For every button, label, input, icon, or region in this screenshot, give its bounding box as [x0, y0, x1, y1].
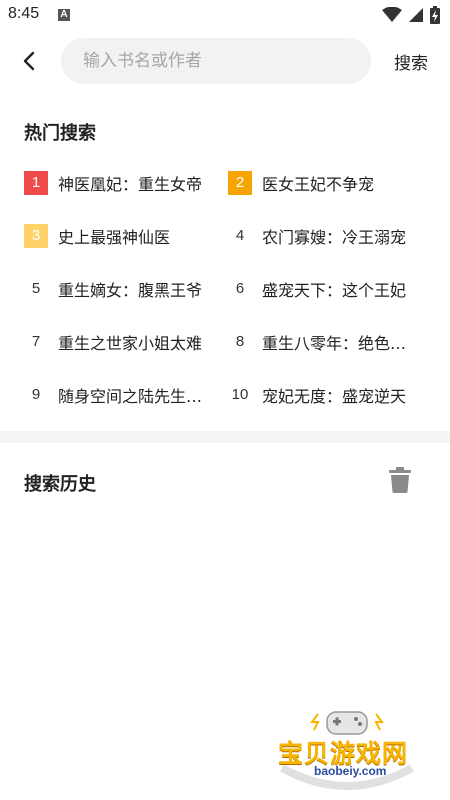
hot-search-label: 农门寡嫂：冷王溺宠 — [262, 228, 407, 247]
rank-number: 7 — [31, 333, 41, 350]
rank-badge: 3 — [24, 224, 48, 248]
rank-number: 4 — [235, 227, 245, 244]
rank-number: 5 — [31, 280, 41, 297]
hot-search-label: 盛宠天下：这个王妃 — [262, 281, 407, 300]
hot-search-label: 随身空间之陆先生宠妻 — [58, 387, 213, 406]
hot-search-title: 热门搜索 — [24, 123, 96, 144]
clear-history-button[interactable] — [388, 467, 412, 493]
status-bar: 8:45 A — [0, 0, 450, 30]
hot-search-item[interactable]: 4 农门寡嫂：冷王溺宠 — [228, 210, 428, 262]
rank-number: 6 — [235, 280, 245, 297]
hot-search-item[interactable]: 5 重生嫡女：腹黑王爷 — [24, 263, 224, 315]
hot-search-item[interactable]: 9 随身空间之陆先生宠妻 — [24, 369, 224, 421]
back-button[interactable] — [14, 46, 44, 76]
hot-search-label: 重生之世家小姐太难 — [58, 334, 203, 353]
hot-search-label: 重生嫡女：腹黑王爷 — [58, 281, 203, 300]
hot-search-label: 重生八零年：绝色娇妻 — [262, 334, 417, 353]
search-button[interactable]: 搜索 — [394, 49, 428, 74]
status-time: 8:45 — [8, 5, 40, 22]
wifi-icon — [382, 7, 402, 22]
notification-icon: A — [58, 9, 70, 21]
search-history-title: 搜索历史 — [24, 474, 96, 495]
section-divider — [0, 431, 450, 443]
hot-search-item[interactable]: 2 医女王妃不争宠 — [228, 157, 428, 209]
rank-number: 9 — [31, 386, 41, 403]
hot-search-item[interactable]: 6 盛宠天下：这个王妃 — [228, 263, 428, 315]
rank-badge: 1 — [24, 171, 48, 195]
watermark-url: baobeiy.com — [314, 764, 387, 778]
hot-search-label: 神医凰妃：重生女帝 — [58, 175, 203, 194]
hot-search-item[interactable]: 3 史上最强神仙医 — [24, 210, 224, 262]
hot-search-label: 宠妃无度：盛宠逆天 — [262, 387, 407, 406]
rank-number: 10 — [231, 386, 249, 403]
hot-search-label: 医女王妃不争宠 — [262, 175, 375, 194]
search-input[interactable] — [81, 50, 355, 72]
rank-badge: 2 — [228, 171, 252, 195]
chevron-left-icon — [23, 51, 35, 71]
status-icons — [382, 6, 440, 24]
hot-search-item[interactable]: 10 宠妃无度：盛宠逆天 — [228, 369, 428, 421]
hot-search-item[interactable]: 8 重生八零年：绝色娇妻 — [228, 316, 428, 368]
rank-number: 8 — [235, 333, 245, 350]
signal-icon — [409, 8, 423, 22]
search-header: 搜索 — [0, 30, 450, 92]
hot-search-label: 史上最强神仙医 — [58, 228, 171, 247]
battery-icon — [430, 6, 440, 24]
hot-search-item[interactable]: 7 重生之世家小姐太难 — [24, 316, 224, 368]
watermark: 宝贝游戏网 baobeiy.com — [272, 706, 422, 790]
search-box[interactable] — [61, 38, 371, 84]
hot-search-item[interactable]: 1 神医凰妃：重生女帝 — [24, 157, 224, 209]
trash-icon — [389, 467, 411, 493]
